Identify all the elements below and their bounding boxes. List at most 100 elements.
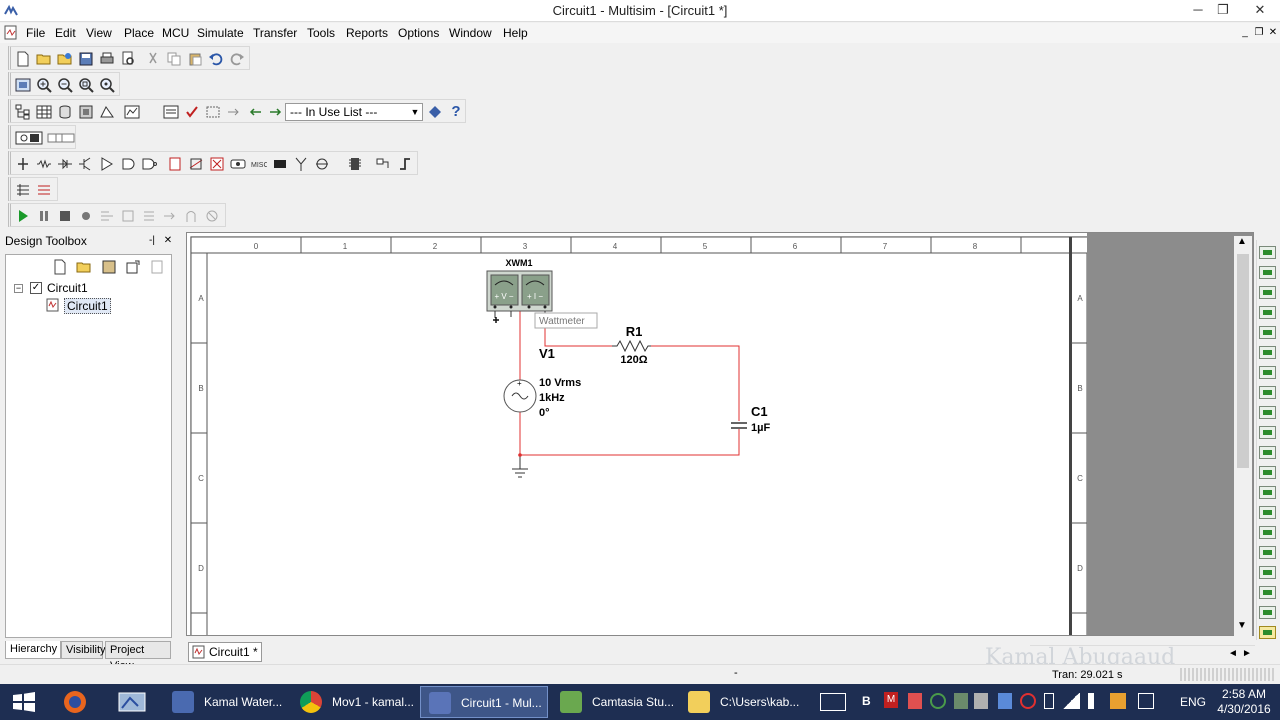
tray-record-icon[interactable] [1020,693,1036,709]
open-sample-icon[interactable] [57,51,73,67]
tray-m-icon[interactable]: M [884,692,898,708]
windows-start-icon[interactable] [12,692,36,712]
design-checkbox-icon[interactable]: ✓ [30,282,42,294]
indicator-component-icon[interactable] [209,156,225,172]
stop-simulation-icon[interactable] [57,208,73,224]
cut-icon[interactable] [145,51,161,67]
terminal-dot[interactable] [527,305,531,309]
toggle-breakpoint-icon[interactable] [183,208,199,224]
tab-project-view[interactable]: Project View [105,641,171,672]
tray-tool-icon[interactable] [974,693,988,709]
tray-display-icon[interactable] [1138,693,1154,709]
agilent-generator-icon[interactable] [1259,526,1276,539]
menu-place[interactable]: Place [124,26,154,40]
close-design-icon[interactable] [125,259,141,275]
mcu-component-icon[interactable] [347,156,363,172]
menu-help[interactable]: Help [503,26,528,40]
language-indicator[interactable]: ENG [1180,695,1206,709]
save-icon[interactable] [78,51,94,67]
oscilloscope-icon[interactable] [1259,306,1276,319]
taskbar-app[interactable]: Mov1 - kamal... [292,686,416,718]
tray-app-icon[interactable] [908,693,922,709]
menu-edit[interactable]: Edit [55,26,76,40]
tree-root-item[interactable]: Circuit1 [47,281,88,295]
transfer-to-ultiboard-icon[interactable] [226,104,242,120]
keyboard-icon[interactable] [820,693,846,711]
taskbar-app[interactable]: C:\Users\kab... [680,686,804,718]
grapher-icon[interactable] [124,104,140,120]
mixed-component-icon[interactable] [188,156,204,172]
tab-hierarchy[interactable]: Hierarchy [5,641,61,659]
basic-component-icon[interactable] [36,156,52,172]
terminal-dot[interactable] [509,305,513,309]
redo-icon[interactable] [229,51,245,67]
print-icon[interactable] [99,51,115,67]
mdi-close-button[interactable]: ✕ [1266,26,1280,40]
battery-icon[interactable] [1044,693,1054,709]
taskbar-app[interactable]: Camtasia Stu... [552,686,676,718]
schematic-canvas[interactable]: 0 1 2 3 4 5 6 7 8 A B C D A B C D XWM1 +… [187,233,1087,635]
schematic-sheet[interactable]: 0 1 2 3 4 5 6 7 8 A B C D A B C D XWM1 +… [187,233,1087,635]
education-web-icon[interactable] [427,104,443,120]
scroll-right-icon[interactable]: ► [1242,648,1252,659]
misc-digital-icon[interactable] [167,156,183,172]
terminal-dot[interactable] [543,305,547,309]
zoom-area-icon[interactable] [78,77,94,93]
zoom-out-icon[interactable] [57,77,73,93]
full-screen-icon[interactable] [15,77,31,93]
record-icon[interactable] [78,208,94,224]
frequency-counter-icon[interactable] [1259,366,1276,379]
run-simulation-icon[interactable] [15,208,31,224]
wattmeter-icon[interactable] [1259,286,1276,299]
close-button[interactable]: ✕ [1240,0,1280,22]
list-view-icon[interactable] [36,182,52,198]
ttl-component-icon[interactable] [120,156,136,172]
source-component-icon[interactable] [15,156,31,172]
volume-icon[interactable] [1088,693,1104,709]
open-design-icon[interactable] [76,259,92,275]
clock[interactable]: 2:58 AM 4/30/2016 [1210,687,1278,717]
mdi-minimize-button[interactable]: _ [1238,26,1252,40]
power-component-icon[interactable] [230,156,246,172]
taskbar-app[interactable]: Kamal Water... [164,686,288,718]
hierarchical-block-icon[interactable] [376,156,392,172]
word-generator-icon[interactable] [1259,386,1276,399]
erc-check-icon[interactable] [184,104,200,120]
vertical-scrollbar[interactable]: ▲ ▼ [1234,236,1252,636]
open-folder-icon[interactable] [36,51,52,67]
undo-icon[interactable] [208,51,224,67]
iv-analyzer-icon[interactable] [1259,446,1276,459]
select-area-icon[interactable] [205,104,221,120]
resistor-r1[interactable]: R1 120Ω [612,324,651,366]
terminal-dot[interactable] [493,305,497,309]
help-icon[interactable]: ? [448,104,464,120]
paste-icon[interactable] [187,51,203,67]
menu-mcu[interactable]: MCU [162,26,189,40]
step-over-icon[interactable] [120,208,136,224]
copy-icon[interactable] [166,51,182,67]
step-out-icon[interactable] [141,208,157,224]
menu-reports[interactable]: Reports [346,26,388,40]
menu-transfer[interactable]: Transfer [253,26,297,40]
analog-component-icon[interactable] [99,156,115,172]
postprocessor-icon[interactable] [99,104,115,120]
tray-network-icon[interactable] [954,693,968,709]
agilent-scope-icon[interactable] [1259,566,1276,579]
scroll-thumb[interactable] [1237,254,1249,468]
collapse-toggle[interactable]: − [14,284,23,293]
advanced-peripherals-icon[interactable] [272,156,288,172]
wifi-signal-icon[interactable] [1062,693,1080,709]
electrical-rules-icon[interactable] [163,104,179,120]
scroll-down-icon[interactable]: ▼ [1237,620,1247,631]
zoom-fit-icon[interactable] [99,77,115,93]
database-icon[interactable] [57,104,73,120]
logic-analyzer-icon[interactable] [1259,426,1276,439]
multimeter-icon[interactable] [1259,246,1276,259]
bus-icon[interactable] [397,156,413,172]
restore-button[interactable]: ❐ [1208,0,1238,22]
pause-simulation-icon[interactable] [36,208,52,224]
scroll-up-icon[interactable]: ▲ [1237,236,1247,247]
scroll-left-icon[interactable]: ◄ [1228,648,1238,659]
cmos-component-icon[interactable] [141,156,157,172]
spreadsheet-icon[interactable] [36,104,52,120]
